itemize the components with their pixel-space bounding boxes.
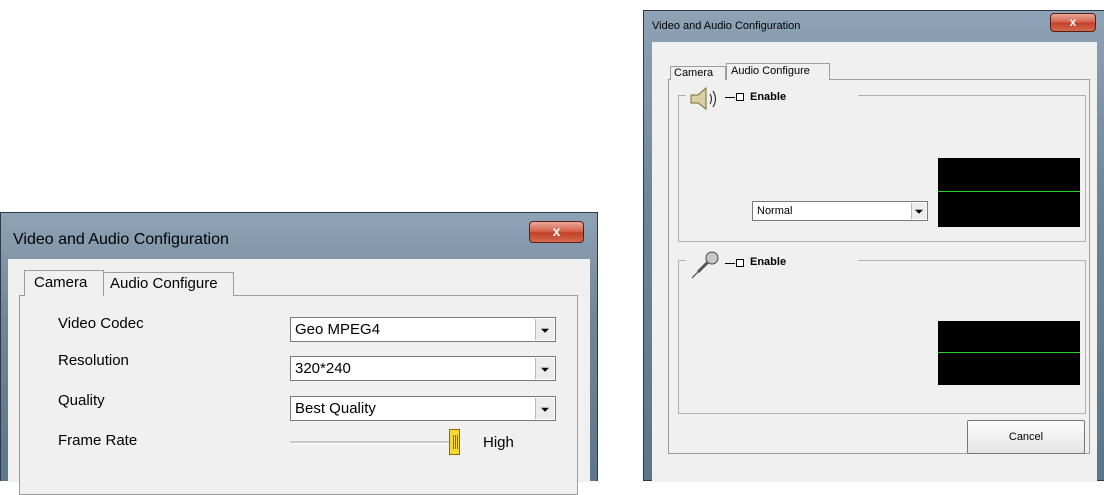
tab-audio-configure[interactable]: Audio Configure (104, 272, 234, 296)
close-icon: x (552, 223, 561, 239)
cancel-button[interactable]: Cancel (967, 420, 1085, 454)
video-codec-label: Video Codec (58, 315, 144, 332)
right-window-client: Camera Audio Configure Enable Normal Ena… (652, 42, 1097, 482)
speaker-level-meter (938, 158, 1080, 227)
speaker-icon (690, 86, 717, 110)
frame-rate-slider-track[interactable] (290, 441, 460, 444)
resolution-select[interactable]: 320*240 (290, 356, 556, 381)
video-codec-dropdown-button[interactable] (535, 319, 554, 340)
video-codec-value: Geo MPEG4 (295, 321, 381, 338)
quality-value: Best Quality (295, 400, 376, 417)
speaker-level-dropdown-button[interactable] (911, 203, 926, 219)
tab-camera-label: Camera (34, 274, 88, 291)
microphone-level-meter (938, 321, 1080, 385)
tab-camera[interactable]: Camera (670, 66, 726, 80)
speaker-group-top-border (858, 95, 1086, 96)
speaker-level-meter-line (938, 191, 1080, 192)
speaker-enable-checkbox[interactable] (736, 93, 744, 101)
right-window-frame: Video and Audio Configuration x Camera A… (643, 10, 1104, 482)
tab-camera-label: Camera (674, 67, 714, 79)
speaker-enable-label: Enable (750, 91, 787, 103)
frame-rate-label: Frame Rate (58, 432, 138, 449)
resolution-value: 320*240 (295, 360, 351, 377)
microphone-enable-label: Enable (750, 256, 787, 268)
chevron-down-icon (541, 328, 549, 333)
resolution-label: Resolution (58, 352, 129, 369)
speaker-checkbox-connector (725, 97, 735, 98)
left-window-close-button[interactable]: x (529, 221, 584, 243)
chevron-down-icon (541, 407, 549, 412)
quality-dropdown-button[interactable] (535, 398, 554, 419)
resolution-dropdown-button[interactable] (535, 358, 554, 379)
microphone-enable-checkbox[interactable] (736, 259, 744, 267)
speaker-level-value: Normal (757, 205, 793, 217)
right-window-close-button[interactable]: x (1050, 13, 1096, 32)
tab-audio-configure-label: Audio Configure (110, 275, 218, 292)
left-window-titlebar[interactable]: Video and Audio Configuration x (1, 213, 597, 255)
speaker-group-top-border-left (678, 95, 686, 96)
right-window-title: Video and Audio Configuration (652, 20, 801, 32)
cancel-button-label: Cancel (1008, 431, 1044, 443)
right-window-titlebar[interactable]: Video and Audio Configuration x (644, 11, 1104, 41)
quality-label: Quality (58, 392, 105, 409)
microphone-level-meter-line (938, 352, 1080, 353)
left-window-client: Camera Audio Configure Video Codec Geo M… (8, 259, 590, 495)
microphone-checkbox-connector (725, 263, 735, 264)
speaker-level-select[interactable]: Normal (752, 201, 928, 221)
close-icon: x (1069, 15, 1077, 29)
tab-audio-configure-label: Audio Configure (731, 65, 810, 77)
video-codec-select[interactable]: Geo MPEG4 (290, 317, 556, 342)
frame-rate-slider-thumb[interactable] (449, 429, 460, 455)
chevron-down-icon (541, 367, 549, 372)
left-window-title: Video and Audio Configuration (13, 231, 229, 248)
microphone-group-top-border-left (678, 260, 686, 261)
left-window-frame: Video and Audio Configuration x Camera A… (0, 212, 598, 495)
tab-audio-configure[interactable]: Audio Configure (726, 63, 830, 80)
quality-select[interactable]: Best Quality (290, 396, 556, 421)
microphone-icon (691, 251, 719, 279)
microphone-group-top-border (858, 260, 1086, 261)
chevron-down-icon (915, 209, 923, 214)
frame-rate-high-label: High (483, 434, 514, 451)
tab-camera[interactable]: Camera (24, 270, 104, 296)
